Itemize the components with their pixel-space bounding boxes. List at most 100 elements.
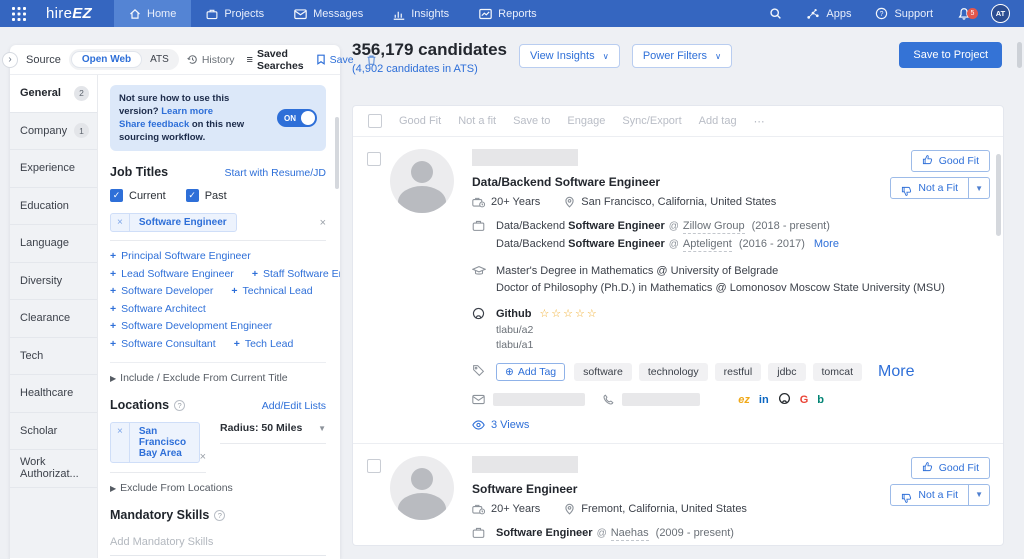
good-fit-button[interactable]: Good Fit xyxy=(910,150,990,172)
more-jobs-link[interactable]: More xyxy=(858,544,883,545)
help-icon[interactable]: ? xyxy=(214,509,226,521)
category-education[interactable]: Education xyxy=(10,187,97,225)
chip-remove-icon[interactable]: × xyxy=(111,214,130,231)
learn-more-link[interactable]: Learn more xyxy=(161,106,213,117)
views-row[interactable]: 3 Views xyxy=(472,419,989,431)
tag-chip[interactable]: jdbc xyxy=(768,363,806,381)
hireez-logo[interactable]: hire EZ xyxy=(46,0,92,27)
toolbar-save-to[interactable]: Save to xyxy=(513,115,550,127)
source-option-open-web[interactable]: Open Web xyxy=(70,51,143,68)
toolbar-engage[interactable]: Engage xyxy=(567,115,605,127)
tag-chip[interactable]: software xyxy=(574,363,632,381)
checkbox-current[interactable]: ✓ Current xyxy=(110,189,166,202)
toolbar-sync-export[interactable]: Sync/Export xyxy=(622,115,681,127)
company-link[interactable]: Zillow Group xyxy=(682,220,745,234)
job-title-suggestion[interactable]: + Software Developer xyxy=(110,283,213,301)
not-a-fit-button[interactable]: Not a Fit ▼ xyxy=(890,483,990,506)
location-chip[interactable]: × San Francisco Bay Area xyxy=(110,422,200,463)
nav-tab-messages[interactable]: Messages xyxy=(279,0,378,27)
filter-scrollbar[interactable] xyxy=(335,117,339,189)
select-all-checkbox[interactable] xyxy=(368,114,382,128)
job-title-suggestion[interactable]: + Software Architect xyxy=(110,301,206,319)
not-a-fit-dropdown[interactable]: ▼ xyxy=(968,178,989,198)
category-work-authorization[interactable]: Work Authorizat... xyxy=(10,450,97,488)
toolbar-more[interactable]: ⋯ xyxy=(754,115,765,128)
github-repo[interactable]: tlabu/a2 xyxy=(496,323,599,338)
category-healthcare[interactable]: Healthcare xyxy=(10,375,97,413)
chip-remove-icon[interactable]: × xyxy=(111,423,130,462)
linkedin-icon[interactable]: in xyxy=(759,394,769,406)
toolbar-good-fit[interactable]: Good Fit xyxy=(399,115,441,127)
job-title-suggestion[interactable]: + Principal Software Engineer xyxy=(110,248,251,266)
company-link[interactable]: RSA (Security Division of EMC) xyxy=(610,544,765,545)
view-insights-button[interactable]: View Insights ∨ xyxy=(518,44,620,68)
start-with-resume-link[interactable]: Start with Resume/JD xyxy=(224,167,326,179)
job-title-suggestion[interactable]: + Technical Lead xyxy=(231,283,312,301)
help-icon[interactable]: ? xyxy=(174,399,186,411)
job-title-chip[interactable]: × Software Engineer xyxy=(110,213,237,232)
google-icon[interactable]: G xyxy=(800,394,809,406)
candidate-checkbox[interactable] xyxy=(367,152,381,166)
notifications-bell[interactable]: 5 xyxy=(947,7,981,21)
app-grid-icon[interactable] xyxy=(0,0,38,27)
history-button[interactable]: History xyxy=(187,54,235,66)
ats-count[interactable]: (4,902 candidates in ATS) xyxy=(352,63,507,75)
tag-chip[interactable]: restful xyxy=(714,363,762,381)
nav-apps[interactable]: Apps xyxy=(796,8,861,20)
exclude-locations-toggle[interactable]: ▶ Exclude From Locations xyxy=(110,482,326,494)
tag-chip[interactable]: technology xyxy=(638,363,708,381)
search-icon[interactable] xyxy=(759,7,792,20)
job-title-suggestion[interactable]: +Staff Software Engineer xyxy=(252,266,340,284)
hireez-icon[interactable]: ez xyxy=(738,394,750,406)
clear-job-titles-icon[interactable]: × xyxy=(320,217,326,229)
category-language[interactable]: Language xyxy=(10,225,97,263)
company-link[interactable]: Naehas xyxy=(610,526,649,541)
category-tech[interactable]: Tech xyxy=(10,337,97,375)
save-search-button[interactable]: Save xyxy=(316,54,354,66)
share-feedback-link[interactable]: Share feedback xyxy=(119,119,189,130)
job-title-suggestion[interactable]: + Software Development Engineer xyxy=(110,318,272,336)
list-scrollbar[interactable] xyxy=(996,154,1001,236)
nav-tab-projects[interactable]: Projects xyxy=(191,0,279,27)
not-a-fit-button[interactable]: Not a Fit ▼ xyxy=(890,177,990,199)
github-icon[interactable] xyxy=(778,392,791,408)
page-scrollbar[interactable] xyxy=(1017,42,1022,68)
job-title-suggestion[interactable]: + Tech Lead xyxy=(234,336,294,354)
company-link[interactable]: Apteligent xyxy=(682,237,732,252)
location-input[interactable]: × San Francisco Bay Area × xyxy=(110,422,206,473)
bing-icon[interactable]: b xyxy=(817,394,824,406)
category-scholar[interactable]: Scholar xyxy=(10,412,97,450)
clear-location-icon[interactable]: × xyxy=(200,451,206,463)
category-company[interactable]: Company 1 xyxy=(10,112,97,150)
nav-tab-reports[interactable]: Reports xyxy=(464,0,552,27)
job-title-input-row[interactable]: × Software Engineer × xyxy=(110,213,326,241)
github-repo[interactable]: tlabu/a1 xyxy=(496,338,599,353)
good-fit-button[interactable]: Good Fit xyxy=(910,456,990,479)
add-tag-button[interactable]: ⊕ Add Tag xyxy=(496,363,566,381)
more-jobs-link[interactable]: More xyxy=(814,238,839,250)
add-edit-lists-link[interactable]: Add/Edit Lists xyxy=(262,400,326,412)
source-option-ats[interactable]: ATS xyxy=(142,52,177,67)
job-title-suggestion[interactable]: + Software Consultant xyxy=(110,336,216,354)
candidate-checkbox[interactable] xyxy=(367,458,381,473)
saved-searches-button[interactable]: ≡ Saved Searches xyxy=(247,48,304,72)
toolbar-add-tag[interactable]: Add tag xyxy=(699,115,737,127)
include-exclude-title-toggle[interactable]: ▶ Include / Exclude From Current Title xyxy=(110,362,326,384)
more-tags-link[interactable]: More xyxy=(878,363,914,381)
category-diversity[interactable]: Diversity xyxy=(10,262,97,300)
save-to-project-button[interactable]: Save to Project xyxy=(899,42,1002,68)
checkbox-past[interactable]: ✓ Past xyxy=(185,189,227,202)
tag-chip[interactable]: tomcat xyxy=(812,363,863,381)
workflow-toggle[interactable]: ON xyxy=(277,109,317,127)
radius-dropdown[interactable]: Radius: 50 Miles ▼ xyxy=(220,422,326,444)
nav-tab-insights[interactable]: Insights xyxy=(378,0,464,27)
not-a-fit-dropdown[interactable]: ▼ xyxy=(968,484,989,505)
panel-collapse-button[interactable]: › xyxy=(2,52,18,68)
category-general[interactable]: General 2 xyxy=(10,75,97,113)
job-title-suggestion[interactable]: + Lead Software Engineer xyxy=(110,266,234,284)
nav-support[interactable]: ? Support xyxy=(865,7,943,20)
power-filters-button[interactable]: Power Filters ∨ xyxy=(631,44,733,68)
category-clearance[interactable]: Clearance xyxy=(10,300,97,338)
mandatory-skills-input[interactable]: Add Mandatory Skills xyxy=(110,531,326,556)
nav-tab-home[interactable]: Home xyxy=(114,0,192,27)
